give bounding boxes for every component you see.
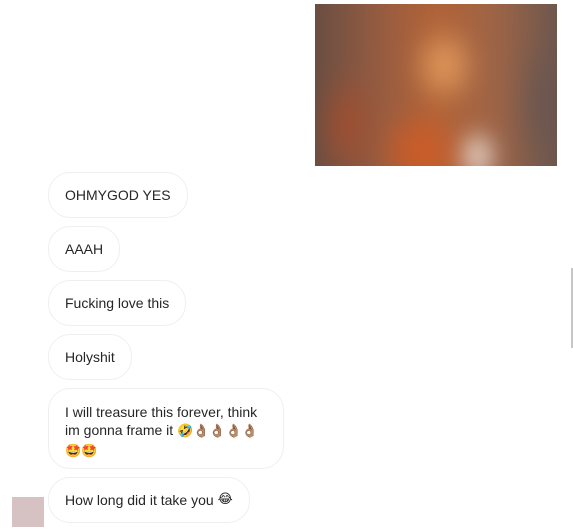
message-text: Holyshit: [65, 349, 115, 365]
message-thread: OHMYGOD YES AAAH Fucking love this Holys…: [0, 0, 573, 530]
message-bubble[interactable]: AAAH: [48, 226, 121, 272]
sent-photo[interactable]: [315, 4, 557, 166]
message-bubble[interactable]: I will treasure this forever, think im g…: [48, 388, 284, 469]
message-emoji: 😂: [217, 492, 233, 507]
avatar[interactable]: [12, 497, 44, 527]
message-bubble[interactable]: How long did it take you 😂: [48, 477, 250, 523]
message-text: How long did it take you: [65, 492, 214, 508]
message-text: OHMYGOD YES: [65, 187, 171, 203]
message-text: AAAH: [65, 241, 104, 257]
message-bubble[interactable]: Fucking love this: [48, 280, 187, 326]
message-bubble[interactable]: OHMYGOD YES: [48, 172, 188, 218]
message-text: Fucking love this: [65, 295, 170, 311]
message-text: I will treasure this forever, think im g…: [65, 403, 267, 461]
message-bubble[interactable]: Holyshit: [48, 334, 132, 380]
photo-content: [315, 4, 557, 166]
